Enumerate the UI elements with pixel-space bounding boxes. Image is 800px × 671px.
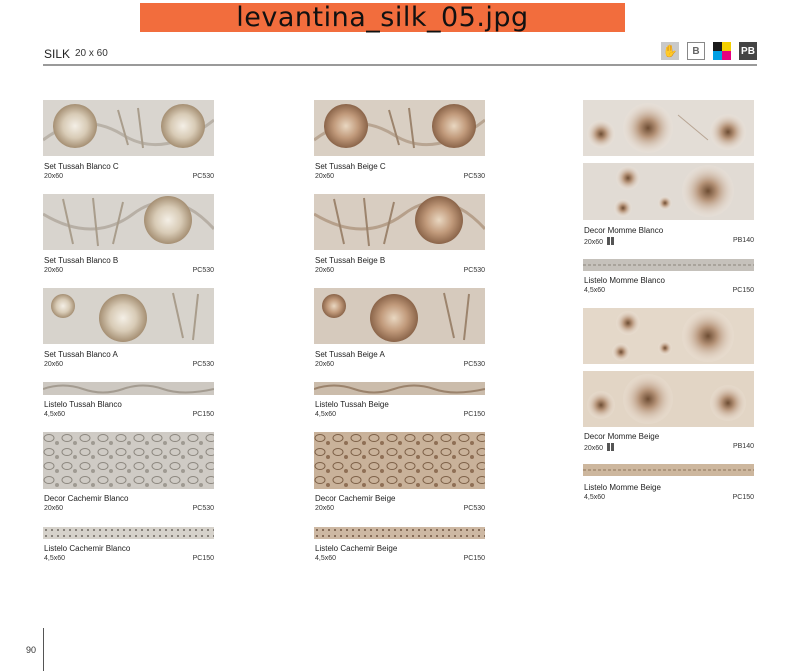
product-name: Decor Cachemir Beige bbox=[315, 494, 396, 503]
product-name: Listelo Tussah Blanco bbox=[44, 400, 122, 409]
product-dim: 20x60 bbox=[44, 361, 64, 368]
product-name: Listelo Cachemir Beige bbox=[315, 544, 398, 553]
product-name: Set Tussah Beige C bbox=[315, 162, 386, 171]
tile-image bbox=[314, 288, 485, 344]
tile-image bbox=[314, 432, 485, 489]
tile-image bbox=[314, 100, 485, 156]
filename-banner: levantina_silk_05.jpg bbox=[140, 2, 625, 33]
header-icons: ✋ B PB bbox=[661, 42, 757, 60]
product-name: Set Tussah Blanco C bbox=[44, 162, 119, 171]
tile-image bbox=[43, 100, 214, 156]
product-code: PC530 bbox=[192, 361, 214, 368]
tile-image bbox=[583, 100, 754, 156]
product-dim-text: 20x60 bbox=[584, 239, 604, 246]
product-code: PC150 bbox=[463, 555, 485, 562]
tile-image bbox=[43, 288, 214, 344]
product-code: PC530 bbox=[463, 505, 485, 512]
product-dim: 4,5x60 bbox=[44, 555, 66, 562]
tile-image bbox=[43, 527, 214, 539]
product-dim: 20x60 bbox=[584, 237, 615, 246]
product-dim: 20x60 bbox=[315, 173, 335, 180]
product-code: PC150 bbox=[192, 411, 214, 418]
tile-image bbox=[583, 163, 754, 220]
pb-icon: PB bbox=[739, 42, 757, 60]
tile-image bbox=[583, 308, 754, 364]
product-code: PC530 bbox=[192, 505, 214, 512]
product-code: PB140 bbox=[732, 443, 754, 450]
product-name: Listelo Cachemir Blanco bbox=[44, 544, 131, 553]
page-divider bbox=[43, 628, 44, 671]
tile-image bbox=[314, 382, 485, 395]
product-code: PC530 bbox=[192, 173, 214, 180]
tile-image bbox=[43, 432, 214, 489]
product-name: Listelo Momme Beige bbox=[584, 483, 661, 492]
tile-image bbox=[314, 527, 485, 539]
product-code: PC150 bbox=[732, 494, 754, 501]
product-name: Decor Momme Blanco bbox=[584, 226, 664, 235]
product-dim: 20x60 bbox=[44, 267, 64, 274]
tile-image bbox=[43, 382, 214, 395]
pb-mark-icon bbox=[611, 237, 615, 245]
tile-image bbox=[43, 194, 214, 250]
page-number: 90 bbox=[26, 645, 37, 655]
hand-icon: ✋ bbox=[661, 42, 679, 60]
product-name: Set Tussah Beige A bbox=[315, 350, 385, 359]
product-dim: 4,5x60 bbox=[315, 555, 337, 562]
b-icon: B bbox=[687, 42, 705, 60]
product-code: PC530 bbox=[463, 361, 485, 368]
tile-image bbox=[583, 259, 754, 271]
product-name: Decor Momme Beige bbox=[584, 432, 660, 441]
product-name: Set Tussah Blanco B bbox=[44, 256, 119, 265]
product-name: Listelo Tussah Beige bbox=[315, 400, 389, 409]
product-dim: 20x60 bbox=[584, 443, 615, 452]
tile-image bbox=[314, 194, 485, 250]
product-dim: 20x60 bbox=[315, 361, 335, 368]
collection-title: SILK bbox=[44, 47, 71, 61]
product-code: PC150 bbox=[732, 287, 754, 294]
product-code: PB140 bbox=[732, 237, 754, 244]
product-name: Set Tussah Blanco A bbox=[44, 350, 118, 359]
pb-mark-icon bbox=[611, 443, 615, 451]
product-dim: 20x60 bbox=[44, 173, 64, 180]
product-code: PC150 bbox=[192, 555, 214, 562]
product-dim: 20x60 bbox=[315, 267, 335, 274]
product-code: PC150 bbox=[463, 411, 485, 418]
product-dim: 4,5x60 bbox=[584, 494, 606, 501]
product-dim: 20x60 bbox=[44, 505, 64, 512]
filename-text: levantina_silk_05.jpg bbox=[236, 2, 529, 33]
product-name: Set Tussah Beige B bbox=[315, 256, 386, 265]
product-name: Listelo Momme Blanco bbox=[584, 276, 665, 285]
product-dim: 4,5x60 bbox=[584, 287, 606, 294]
tile-image bbox=[583, 464, 754, 476]
product-dim: 4,5x60 bbox=[44, 411, 66, 418]
header-rule bbox=[43, 64, 757, 66]
collection-size: 20 x 60 bbox=[75, 48, 108, 59]
product-name: Decor Cachemir Blanco bbox=[44, 494, 129, 503]
tile-image bbox=[583, 371, 754, 427]
pb-mark-icon bbox=[607, 237, 611, 245]
color-icon bbox=[713, 42, 731, 60]
product-dim: 20x60 bbox=[315, 505, 335, 512]
product-code: PC530 bbox=[463, 173, 485, 180]
product-dim-text: 20x60 bbox=[584, 445, 604, 452]
pb-mark-icon bbox=[607, 443, 611, 451]
product-code: PC530 bbox=[192, 267, 214, 274]
product-code: PC530 bbox=[463, 267, 485, 274]
product-dim: 4,5x60 bbox=[315, 411, 337, 418]
